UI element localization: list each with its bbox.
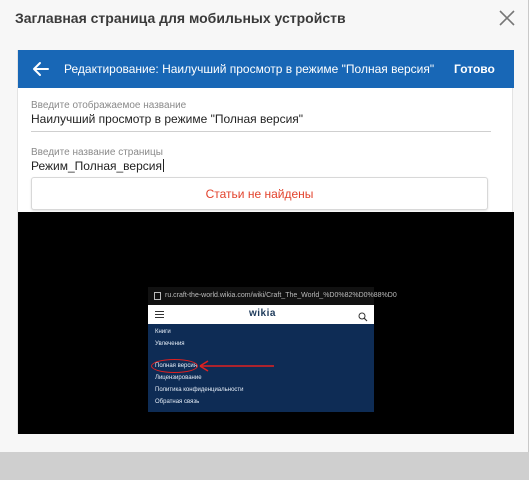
red-arrow-icon <box>198 358 278 374</box>
highlight-ellipse <box>151 359 198 373</box>
search-icon <box>358 309 368 322</box>
phone-nav-bar: wikia <box>148 305 374 324</box>
phone-screenshot: ru.craft-the-world.wikia.com/wiki/Craft_… <box>148 287 397 412</box>
menu-item: Политика конфиденциальности <box>155 387 244 393</box>
done-button[interactable]: Готово <box>454 62 495 76</box>
page-name-value: Режим_Полная_версия <box>31 159 162 173</box>
close-icon[interactable] <box>496 7 518 29</box>
phone-url-bar: ru.craft-the-world.wikia.com/wiki/Craft_… <box>148 287 397 305</box>
page-icon <box>154 292 161 300</box>
menu-item: Лицензирование <box>155 375 202 381</box>
modal-header: Заглавная страница для мобильных устройс… <box>0 0 529 36</box>
phone-menu: Книги Увлечения Полная версия Лицензиров… <box>148 324 374 412</box>
modal-dialog: Заглавная страница для мобильных устройс… <box>0 0 529 452</box>
arrow-left-icon[interactable] <box>32 60 50 78</box>
page-name-label: Введите название страницы <box>31 147 163 158</box>
text-caret <box>162 159 164 172</box>
edit-header-bar: Редактирование: Наилучший просмотр в реж… <box>18 50 514 88</box>
display-name-field[interactable]: Наилучший просмотр в режиме "Полная верс… <box>31 112 491 132</box>
wikia-logo: wikia <box>249 308 276 319</box>
hamburger-icon <box>155 311 164 318</box>
preview-image: ru.craft-the-world.wikia.com/wiki/Craft_… <box>18 212 514 434</box>
modal-title: Заглавная страница для мобильных устройс… <box>15 10 346 26</box>
menu-item: Книги <box>155 329 171 335</box>
phone-url-text: ru.craft-the-world.wikia.com/wiki/Craft_… <box>165 292 397 299</box>
page-name-field[interactable]: Режим_Полная_версия <box>31 159 491 178</box>
display-name-value: Наилучший просмотр в режиме "Полная верс… <box>31 112 304 126</box>
edit-header-title: Редактирование: Наилучший просмотр в реж… <box>64 62 435 76</box>
menu-item: Обратная связь <box>155 399 200 405</box>
not-found-message: Статьи не найдены <box>31 177 488 210</box>
menu-item: Увлечения <box>155 341 185 347</box>
editor-panel: Редактирование: Наилучший просмотр в реж… <box>17 50 514 434</box>
display-name-label: Введите отображаемое название <box>31 100 187 111</box>
